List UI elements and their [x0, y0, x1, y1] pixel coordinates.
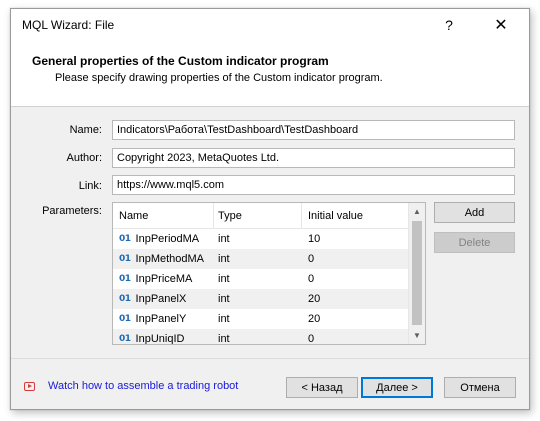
input-variable-icon: 01 — [119, 314, 131, 324]
param-name-cell[interactable]: 01 InpMethodMA — [113, 249, 214, 269]
author-label: Author: — [66, 152, 102, 164]
table-row[interactable]: 01 InpPanelX int 20 — [113, 289, 409, 309]
param-name: InpPanelX — [135, 293, 187, 305]
param-type-cell[interactable]: int — [214, 269, 302, 289]
column-header-name[interactable]: Name — [113, 203, 214, 228]
header-subtitle: Please specify drawing properties of the… — [55, 72, 383, 84]
param-type-cell[interactable]: int — [214, 329, 302, 344]
scroll-thumb[interactable] — [412, 221, 422, 325]
grid-header: Name Type Initial value — [113, 203, 409, 229]
column-header-initial-value[interactable]: Initial value — [302, 203, 409, 228]
scroll-up-icon[interactable]: ▲ — [409, 203, 425, 220]
param-name-cell[interactable]: 01 InpPanelY — [113, 309, 214, 329]
cancel-button[interactable]: Отмена — [444, 377, 516, 398]
param-name: InpUniqID — [135, 333, 185, 345]
table-row[interactable]: 01 InpPriceMA int 0 — [113, 269, 409, 289]
help-button[interactable]: ? — [427, 9, 471, 41]
close-button[interactable]: ✕ — [479, 9, 523, 41]
param-value-cell[interactable]: 20 — [302, 289, 409, 309]
next-button[interactable]: Далее > — [361, 377, 433, 398]
param-value-cell[interactable]: 0 — [302, 329, 409, 344]
author-field[interactable]: Copyright 2023, MetaQuotes Ltd. — [112, 148, 515, 168]
wizard-dialog: MQL Wizard: File ? ✕ General properties … — [10, 8, 530, 410]
param-type-cell[interactable]: int — [214, 249, 302, 269]
param-value-cell[interactable]: 0 — [302, 249, 409, 269]
param-name-cell[interactable]: 01 InpPeriodMA — [113, 229, 214, 249]
grid-scrollbar[interactable]: ▲ ▼ — [408, 203, 425, 344]
window-title: MQL Wizard: File — [22, 18, 115, 32]
column-header-type[interactable]: Type — [214, 203, 302, 228]
param-name: InpPanelY — [135, 313, 187, 325]
header-title: General properties of the Custom indicat… — [32, 54, 329, 68]
link-field[interactable]: https://www.mql5.com — [112, 175, 515, 195]
add-button[interactable]: Add — [434, 202, 515, 223]
param-name: InpPeriodMA — [135, 233, 200, 245]
param-name-cell[interactable]: 01 InpPanelX — [113, 289, 214, 309]
input-variable-icon: 01 — [119, 294, 131, 304]
input-variable-icon: 01 — [119, 274, 131, 284]
param-name-cell[interactable]: 01 InpPriceMA — [113, 269, 214, 289]
param-type-cell[interactable]: int — [214, 289, 302, 309]
param-value-cell[interactable]: 10 — [302, 229, 409, 249]
input-variable-icon: 01 — [119, 254, 131, 264]
param-type-cell[interactable]: int — [214, 229, 302, 249]
param-type-cell[interactable]: int — [214, 309, 302, 329]
parameters-grid[interactable]: Name Type Initial value 01 InpPeriodMA int… — [112, 202, 426, 345]
video-tutorial-link[interactable]: Watch how to assemble a trading robot — [48, 380, 238, 392]
input-variable-icon: 01 — [119, 234, 131, 244]
table-row[interactable]: 01 InpUniqID int 0 — [113, 329, 409, 345]
title-bar: MQL Wizard: File ? ✕ — [11, 9, 529, 41]
wizard-header: General properties of the Custom indicat… — [11, 41, 529, 107]
input-variable-icon: 01 — [119, 334, 131, 344]
back-button[interactable]: < Назад — [286, 377, 358, 398]
table-row[interactable]: 01 InpMethodMA int 0 — [113, 249, 409, 269]
param-name: InpPriceMA — [135, 273, 193, 285]
play-video-icon[interactable] — [24, 382, 35, 391]
scroll-down-icon[interactable]: ▼ — [409, 327, 425, 344]
param-name-cell[interactable]: 01 InpUniqID — [113, 329, 214, 345]
table-row[interactable]: 01 InpPeriodMA int 10 — [113, 229, 409, 249]
name-field[interactable]: Indicators\Работа\TestDashboard\TestDash… — [112, 120, 515, 140]
param-name: InpMethodMA — [135, 253, 205, 265]
link-label: Link: — [78, 180, 102, 192]
delete-button[interactable]: Delete — [434, 232, 515, 253]
param-value-cell[interactable]: 20 — [302, 309, 409, 329]
footer-divider — [11, 358, 529, 359]
name-label: Name: — [69, 124, 102, 136]
param-value-cell[interactable]: 0 — [302, 269, 409, 289]
parameters-label: Parameters: — [42, 205, 102, 217]
table-row[interactable]: 01 InpPanelY int 20 — [113, 309, 409, 329]
